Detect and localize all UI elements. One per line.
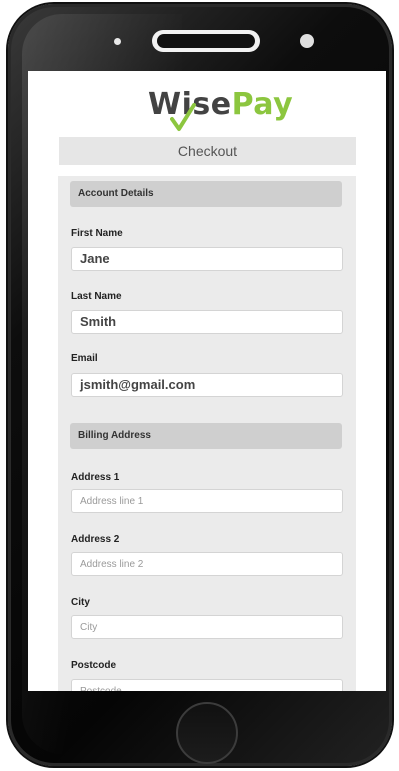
address1-input[interactable] xyxy=(71,489,343,513)
earpiece-speaker xyxy=(152,30,260,52)
address2-label: Address 2 xyxy=(71,534,120,545)
logo-text-pay: Pay xyxy=(231,87,294,122)
email-field[interactable]: jsmith@gmail.com xyxy=(71,373,343,397)
front-camera-icon xyxy=(114,38,121,45)
city-input[interactable] xyxy=(71,615,343,639)
billing-address-heading: Billing Address xyxy=(70,423,342,449)
first-name-field[interactable]: Jane xyxy=(71,247,343,271)
account-details-heading: Account Details xyxy=(70,181,342,207)
proximity-sensor-icon xyxy=(300,34,314,48)
last-name-label: Last Name xyxy=(71,291,122,302)
city-label: City xyxy=(71,597,90,608)
home-button[interactable] xyxy=(176,702,238,764)
phone-screen: WisePay Checkout Account Details First N… xyxy=(28,71,386,691)
email-label: Email xyxy=(71,353,98,364)
first-name-label: First Name xyxy=(71,228,123,239)
checkmark-icon xyxy=(170,103,196,131)
checkout-form: Account Details First Name Jane Last Nam… xyxy=(58,176,356,691)
postcode-label: Postcode xyxy=(71,660,117,671)
address2-input[interactable] xyxy=(71,552,343,576)
postcode-input[interactable] xyxy=(71,679,343,691)
checkout-title-bar: Checkout xyxy=(59,137,356,165)
last-name-field[interactable]: Smith xyxy=(71,310,343,334)
address1-label: Address 1 xyxy=(71,472,120,483)
